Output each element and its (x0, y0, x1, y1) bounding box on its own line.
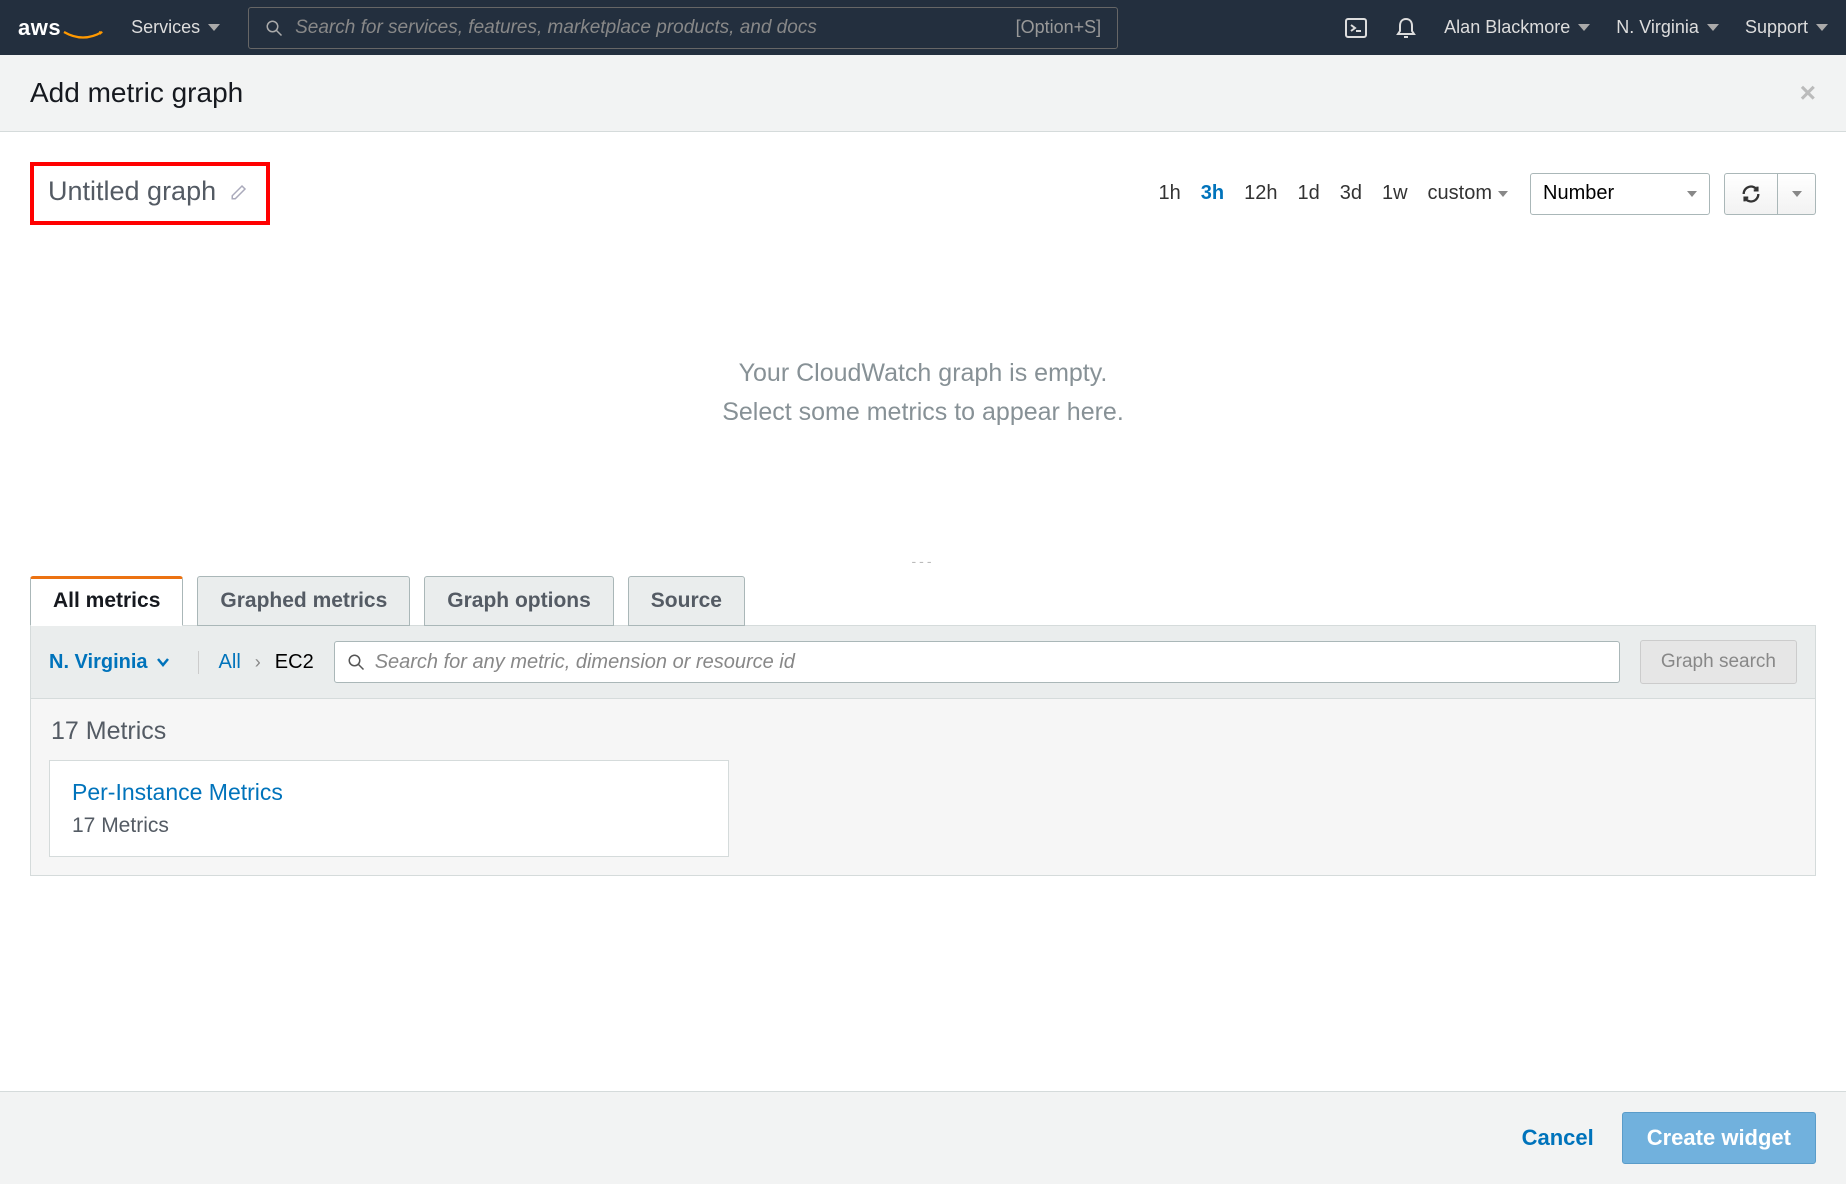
chevron-down-icon (156, 657, 170, 667)
view-type-select[interactable]: Number (1530, 173, 1710, 215)
custom-label: custom (1428, 182, 1492, 205)
time-range-3d[interactable]: 3d (1340, 182, 1362, 205)
global-search[interactable]: [Option+S] (248, 7, 1118, 49)
search-icon (265, 19, 283, 37)
user-name: Alan Blackmore (1444, 17, 1570, 38)
aws-smile-icon (63, 31, 103, 41)
filter-bar: N. Virginia All › EC2 Graph search (31, 626, 1815, 699)
metric-search[interactable] (334, 641, 1620, 683)
chevron-down-icon (1792, 191, 1802, 197)
chevron-down-icon (1707, 24, 1719, 31)
metrics-breadcrumb: All › EC2 (219, 651, 314, 674)
support-label: Support (1745, 17, 1808, 38)
metric-card-subtitle: 17 Metrics (72, 814, 706, 838)
graph-canvas: Your CloudWatch graph is empty. Select s… (0, 233, 1846, 553)
refresh-group (1724, 173, 1816, 215)
refresh-button[interactable] (1724, 173, 1778, 215)
bell-icon (1394, 16, 1418, 40)
metric-card-title: Per-Instance Metrics (72, 779, 706, 806)
time-range-12h[interactable]: 12h (1244, 182, 1277, 205)
graph-toolbar: Untitled graph 1h 3h 12h 1d 3d 1w custom… (0, 132, 1846, 233)
chevron-down-icon (1816, 24, 1828, 31)
graph-search-button[interactable]: Graph search (1640, 640, 1797, 684)
metric-search-input[interactable] (375, 651, 1607, 674)
empty-message-2: Select some metrics to appear here. (722, 398, 1124, 427)
chevron-right-icon: › (255, 652, 261, 673)
time-range-custom[interactable]: custom (1428, 182, 1508, 205)
chevron-down-icon (1578, 24, 1590, 31)
chevron-down-icon (1687, 191, 1697, 197)
services-menu[interactable]: Services (131, 17, 220, 38)
region-filter[interactable]: N. Virginia (49, 651, 199, 674)
resize-handle[interactable]: --- (0, 553, 1846, 575)
region-filter-label: N. Virginia (49, 651, 148, 674)
time-range-1w[interactable]: 1w (1382, 182, 1408, 205)
services-label: Services (131, 17, 200, 38)
search-shortcut: [Option+S] (1016, 17, 1102, 38)
search-icon (347, 653, 365, 671)
metrics-count: 17 Metrics (49, 717, 1797, 746)
metric-namespace-card[interactable]: Per-Instance Metrics 17 Metrics (49, 760, 729, 857)
cancel-button[interactable]: Cancel (1522, 1125, 1594, 1151)
metrics-tabs: All metrics Graphed metrics Graph option… (0, 575, 1846, 625)
support-menu[interactable]: Support (1745, 17, 1828, 38)
cloudshell-icon (1344, 16, 1368, 40)
view-type-value: Number (1543, 182, 1614, 205)
chevron-down-icon (1498, 191, 1508, 197)
time-range-1d[interactable]: 1d (1297, 182, 1319, 205)
pencil-icon (230, 183, 248, 201)
graph-title-text: Untitled graph (48, 176, 216, 207)
breadcrumb-current: EC2 (275, 651, 314, 674)
region-menu[interactable]: N. Virginia (1616, 17, 1719, 38)
refresh-options-button[interactable] (1778, 173, 1816, 215)
tab-graphed-metrics[interactable]: Graphed metrics (197, 576, 410, 626)
aws-logo[interactable]: aws (18, 15, 103, 41)
graph-title-edit[interactable]: Untitled graph (30, 162, 270, 225)
modal-title: Add metric graph (30, 77, 243, 109)
empty-message-1: Your CloudWatch graph is empty. (739, 359, 1108, 388)
modal-footer: Cancel Create widget (0, 1091, 1846, 1184)
time-range-1h[interactable]: 1h (1158, 182, 1180, 205)
tab-graph-options[interactable]: Graph options (424, 576, 614, 626)
region-label: N. Virginia (1616, 17, 1699, 38)
tab-source[interactable]: Source (628, 576, 745, 626)
notifications-button[interactable] (1394, 16, 1418, 40)
global-search-input[interactable] (295, 17, 1015, 39)
close-button[interactable]: × (1800, 77, 1816, 109)
top-nav: aws Services [Option+S] Alan Blackmore N… (0, 0, 1846, 55)
account-menu[interactable]: Alan Blackmore (1444, 17, 1590, 38)
refresh-icon (1740, 183, 1762, 205)
cloudshell-button[interactable] (1344, 16, 1368, 40)
time-range-3h[interactable]: 3h (1201, 182, 1224, 205)
tab-all-metrics[interactable]: All metrics (30, 576, 183, 626)
time-range-picker: 1h 3h 12h 1d 3d 1w custom (1158, 182, 1508, 205)
create-widget-button[interactable]: Create widget (1622, 1112, 1816, 1164)
metrics-body: 17 Metrics Per-Instance Metrics 17 Metri… (31, 699, 1815, 875)
breadcrumb-all[interactable]: All (219, 651, 241, 674)
metrics-panel: N. Virginia All › EC2 Graph search 17 Me… (30, 625, 1816, 876)
modal-header: Add metric graph × (0, 55, 1846, 132)
chevron-down-icon (208, 24, 220, 31)
